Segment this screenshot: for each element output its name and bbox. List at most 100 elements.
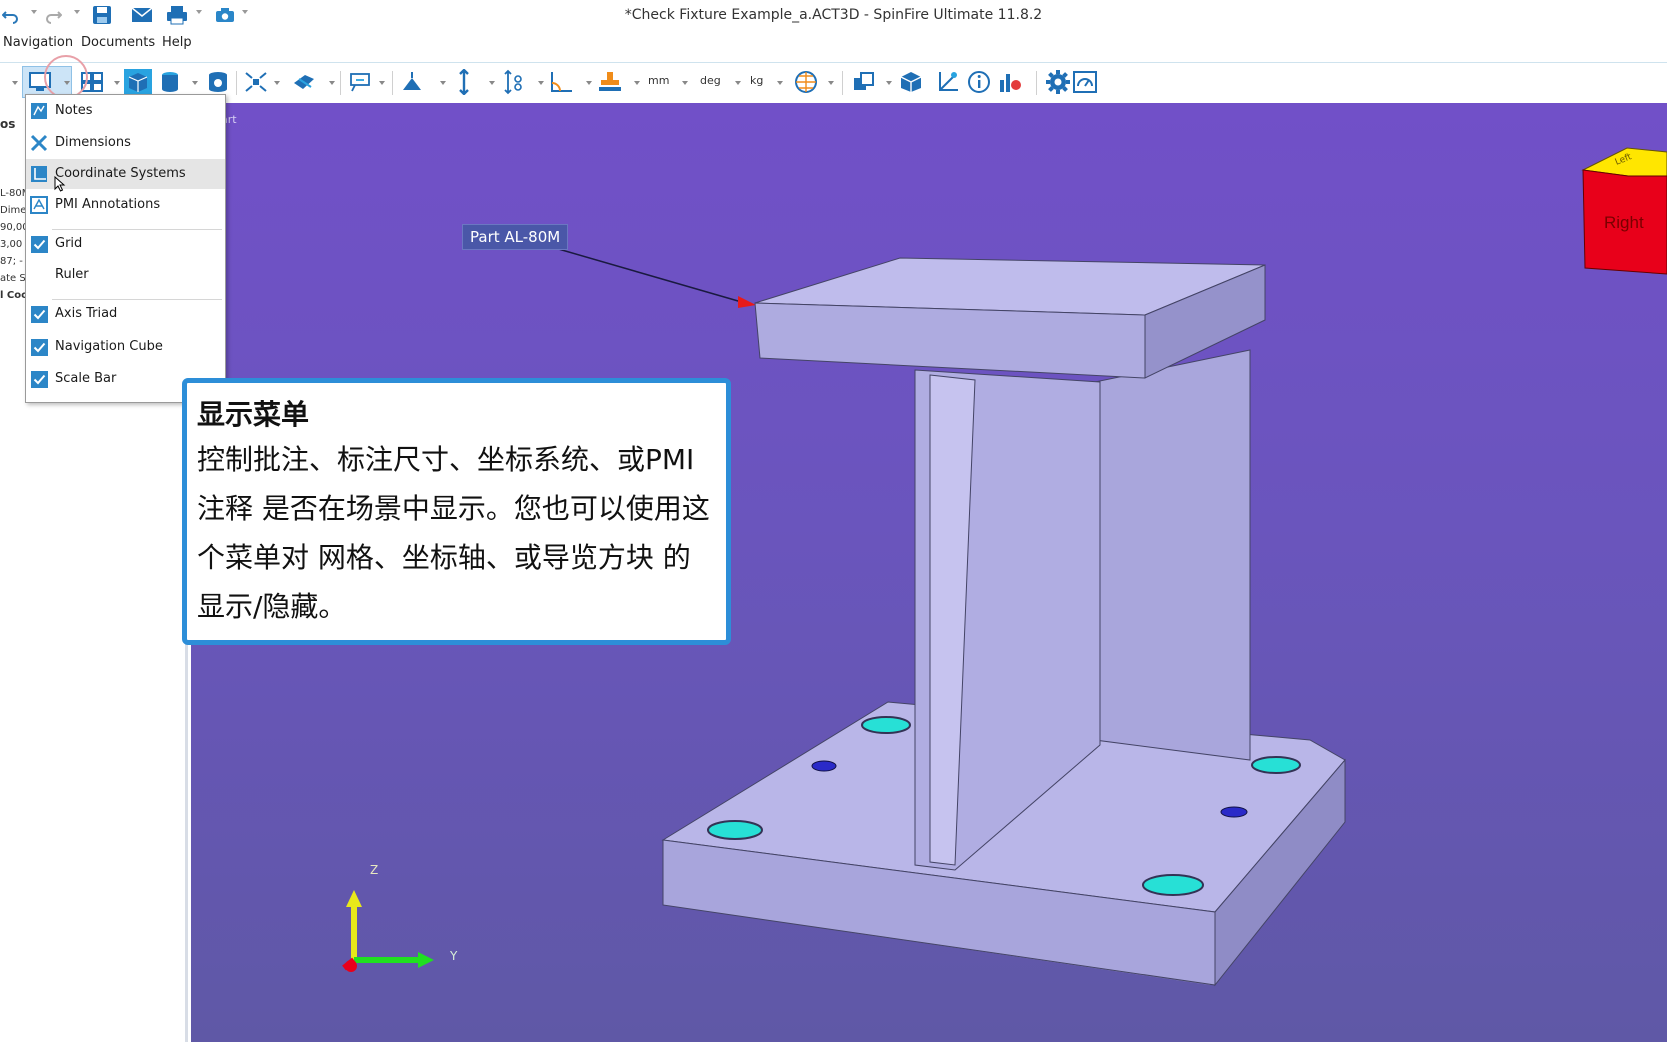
menu-item-coordinate-systems[interactable]: Coordinate Systems xyxy=(26,159,225,192)
stamp-dropdown-caret[interactable] xyxy=(634,81,640,85)
distance-icon[interactable] xyxy=(500,67,528,97)
length-unit-caret[interactable] xyxy=(682,81,688,85)
angle-dropdown-caret[interactable] xyxy=(586,81,592,85)
section-icon[interactable] xyxy=(290,67,318,97)
measure-icon[interactable] xyxy=(398,67,426,97)
menu-item-axis-triad[interactable]: Axis Triad xyxy=(26,299,225,329)
cube-view-icon[interactable] xyxy=(124,67,152,97)
menu-item-label: Grid xyxy=(55,236,83,251)
leader-arrow xyxy=(738,296,756,308)
settings-icon[interactable] xyxy=(1044,67,1072,97)
stamp-icon[interactable] xyxy=(596,67,624,97)
menu-item-ruler[interactable]: Ruler xyxy=(26,260,225,290)
axis-icon[interactable] xyxy=(933,67,961,97)
notes-icon xyxy=(30,102,48,120)
angle-unit[interactable]: deg xyxy=(700,74,721,87)
nav-cube-front-label[interactable]: Right xyxy=(1604,213,1644,233)
part-label[interactable]: Part AL-80M xyxy=(462,224,569,250)
top-flange-front xyxy=(754,302,1146,379)
display-menu: Notes Dimensions Coordinate Systems PMI … xyxy=(25,94,226,403)
menu-item-grid[interactable]: Grid xyxy=(26,229,225,259)
package-icon[interactable] xyxy=(897,67,925,97)
menu-item-label: Axis Triad xyxy=(55,306,118,321)
axis-triad xyxy=(342,890,434,972)
toolbar-separator xyxy=(842,71,843,95)
callout-body: 控制批注、标注尺寸、坐标系统、或PMI注释 是否在场景中显示。您也可以使用这个菜… xyxy=(197,443,710,623)
measure-dropdown-caret[interactable] xyxy=(440,81,446,85)
web-back xyxy=(1094,349,1251,761)
menu-item-label: PMI Annotations xyxy=(55,197,161,212)
menu-item-dimensions[interactable]: Dimensions xyxy=(26,128,225,158)
length-unit[interactable]: mm xyxy=(648,74,669,87)
menu-item-label: Ruler xyxy=(55,267,89,282)
toolbar-separator xyxy=(392,71,393,95)
pmi-icon xyxy=(30,196,48,214)
click-indicator xyxy=(44,55,88,99)
info-icon[interactable] xyxy=(965,67,993,97)
main-toolbar: mm deg kg xyxy=(0,62,1667,104)
menu-item-label: Coordinate Systems xyxy=(55,166,186,181)
chart-icon[interactable] xyxy=(996,67,1024,97)
callout-title: 显示菜单 xyxy=(197,398,310,431)
toolbar-separator xyxy=(1036,71,1037,95)
mass-unit-caret[interactable] xyxy=(777,81,783,85)
checkbox-checked-icon xyxy=(31,236,48,253)
markup-icon[interactable] xyxy=(346,67,374,97)
menu-documents[interactable]: Documents xyxy=(81,35,155,50)
menu-item-label: Notes xyxy=(55,103,93,118)
explode-dropdown-caret[interactable] xyxy=(274,81,280,85)
menu-item-notes[interactable]: Notes xyxy=(26,96,225,126)
section-dropdown-caret[interactable] xyxy=(329,81,335,85)
menu-help[interactable]: Help xyxy=(162,35,192,50)
toolbar-separator xyxy=(236,71,237,95)
mounting-hole xyxy=(1251,756,1301,774)
compare-dropdown-caret[interactable] xyxy=(886,81,892,85)
height-dropdown-caret[interactable] xyxy=(489,81,495,85)
mass-unit[interactable]: kg xyxy=(750,74,763,87)
window-title: *Check Fixture Example_a.ACT3D - SpinFir… xyxy=(624,7,1043,23)
markup-dropdown-caret[interactable] xyxy=(379,81,385,85)
checkbox-checked-icon xyxy=(31,306,48,323)
globe-icon[interactable] xyxy=(792,67,820,97)
dashboard-icon[interactable] xyxy=(1071,67,1099,97)
mounting-hole xyxy=(1142,874,1204,896)
title-bar: *Check Fixture Example_a.ACT3D - SpinFir… xyxy=(0,0,1667,31)
distance-dropdown-caret[interactable] xyxy=(538,81,544,85)
menu-bar: Navigation Documents Help xyxy=(0,31,1667,57)
tree-node[interactable]: Dime xyxy=(0,205,26,216)
explode-icon[interactable] xyxy=(242,67,270,97)
toolbar-separator xyxy=(340,71,341,95)
toolbar-caret[interactable] xyxy=(12,81,18,85)
tree-node[interactable]: l Coo xyxy=(0,290,28,301)
cylinder-icon[interactable] xyxy=(156,67,184,97)
menu-navigation[interactable]: Navigation xyxy=(3,35,73,50)
menu-item-label: Scale Bar xyxy=(55,371,117,386)
height-icon[interactable] xyxy=(450,67,478,97)
dimensions-icon xyxy=(30,134,48,152)
menu-item-navigation-cube[interactable]: Navigation Cube xyxy=(26,332,225,362)
panel-header: os xyxy=(0,117,16,131)
cylinder-dropdown-caret[interactable] xyxy=(192,81,198,85)
coordinate-systems-icon xyxy=(30,165,48,183)
pin-hole xyxy=(811,760,837,772)
tutorial-callout: 显示菜单 控制批注、标注尺寸、坐标系统、或PMI注释 是否在场景中显示。您也可以… xyxy=(182,378,731,645)
axis-y-label: Y xyxy=(450,949,458,963)
tree-node[interactable]: 87; - xyxy=(0,256,23,267)
leader-line xyxy=(554,247,746,304)
compare-icon[interactable] xyxy=(850,67,878,97)
angle-icon[interactable] xyxy=(547,67,575,97)
layout-dropdown-caret[interactable] xyxy=(114,81,120,85)
database-gear-icon[interactable] xyxy=(204,67,232,97)
angle-unit-caret[interactable] xyxy=(735,81,741,85)
axis-z-label: Z xyxy=(370,863,379,877)
checkbox-checked-icon xyxy=(31,339,48,356)
mounting-hole xyxy=(861,716,911,734)
menu-item-label: Dimensions xyxy=(55,135,131,150)
navigation-cube[interactable] xyxy=(1581,147,1667,275)
mounting-hole xyxy=(707,820,763,840)
menu-item-label: Navigation Cube xyxy=(55,339,163,354)
globe-dropdown-caret[interactable] xyxy=(828,81,834,85)
pin-hole xyxy=(1220,806,1248,818)
menu-item-pmi-annotations[interactable]: PMI Annotations xyxy=(26,190,225,220)
checkbox-checked-icon xyxy=(31,371,48,388)
